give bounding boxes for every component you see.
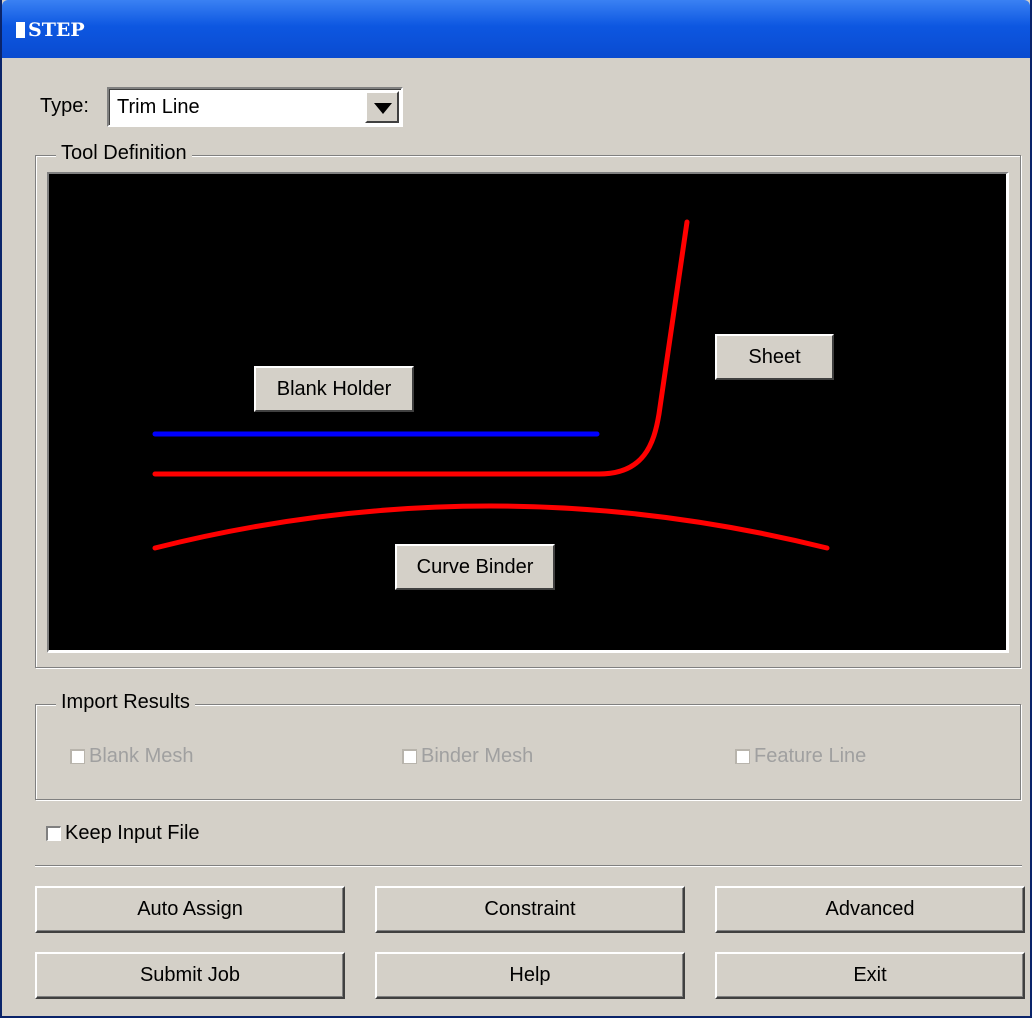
checkbox-box[interactable] — [46, 826, 61, 841]
app-icon — [16, 22, 25, 38]
separator — [35, 865, 1022, 867]
feature-line-label: Feature Line — [754, 745, 867, 767]
sheet-tag[interactable]: Sheet — [715, 334, 834, 380]
step-dialog: STEP Type: Trim Line Tool Definition Bla… — [0, 0, 1032, 1018]
chevron-down-icon — [374, 103, 392, 114]
tool-definition-legend: Tool Definition — [56, 142, 192, 165]
constraint-button[interactable]: Constraint — [375, 886, 685, 933]
tool-definition-canvas: Blank Holder Sheet Curve Binder — [47, 172, 1009, 653]
blank-mesh-checkbox[interactable]: Blank Mesh — [70, 745, 194, 768]
auto-assign-button[interactable]: Auto Assign — [35, 886, 345, 933]
dropdown-arrow-button[interactable] — [365, 91, 399, 123]
binder-mesh-checkbox[interactable]: Binder Mesh — [402, 745, 533, 768]
type-dropdown-value: Trim Line — [117, 96, 200, 118]
keep-input-file-checkbox[interactable]: Keep Input File — [46, 822, 200, 845]
submit-job-button[interactable]: Submit Job — [35, 952, 345, 999]
checkbox-box[interactable] — [735, 749, 750, 764]
feature-line-checkbox[interactable]: Feature Line — [735, 745, 866, 768]
exit-button[interactable]: Exit — [715, 952, 1025, 999]
import-results-legend: Import Results — [56, 691, 195, 714]
window-title: STEP — [28, 19, 85, 41]
curve-binder-tag[interactable]: Curve Binder — [395, 544, 555, 590]
help-button[interactable]: Help — [375, 952, 685, 999]
title-bar[interactable]: STEP — [2, 0, 1030, 58]
checkbox-box[interactable] — [402, 749, 417, 764]
checkbox-box[interactable] — [70, 749, 85, 764]
type-label: Type: — [40, 95, 89, 117]
curve-binder-line — [152, 503, 830, 551]
binder-mesh-label: Binder Mesh — [421, 745, 534, 767]
type-dropdown[interactable]: Trim Line — [107, 87, 403, 127]
advanced-button[interactable]: Advanced — [715, 886, 1025, 933]
blank-mesh-label: Blank Mesh — [89, 745, 194, 767]
blank-holder-tag[interactable]: Blank Holder — [254, 366, 414, 412]
keep-input-file-label: Keep Input File — [65, 822, 200, 844]
